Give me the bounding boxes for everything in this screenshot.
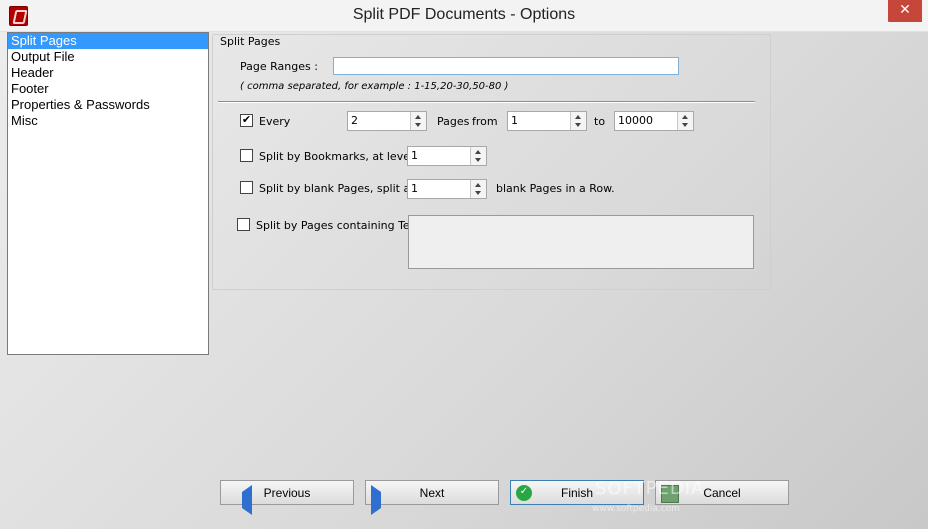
options-window: Split PDF Documents - Options ✕ Split Pa…	[0, 0, 928, 529]
close-button[interactable]: ✕	[888, 0, 922, 22]
containing-text-checkbox[interactable]	[237, 218, 250, 231]
up-arrow-icon[interactable]	[575, 115, 581, 119]
bookmark-level-value: 1	[411, 149, 418, 162]
down-arrow-icon[interactable]	[415, 123, 421, 127]
previous-button[interactable]: Previous	[220, 480, 354, 515]
category-item-split-pages[interactable]: Split Pages	[8, 33, 208, 49]
previous-label: Previous	[263, 486, 311, 500]
spinner-arrows[interactable]	[410, 112, 426, 130]
blank-pages-value: 1	[411, 182, 418, 195]
down-arrow-icon[interactable]	[682, 123, 688, 127]
spinner-arrows[interactable]	[677, 112, 693, 130]
page-ranges-hint: ( comma separated, for example : 1-15,20…	[240, 81, 509, 92]
up-arrow-icon[interactable]	[682, 115, 688, 119]
to-page-value: 10000	[618, 114, 653, 127]
title-bar: Split PDF Documents - Options ✕	[0, 0, 928, 32]
containing-text-input[interactable]	[408, 215, 754, 269]
bookmarks-label: Split by Bookmarks, at level :	[259, 150, 421, 163]
from-label: from	[472, 115, 498, 128]
category-item-output-file[interactable]: Output File	[8, 49, 208, 65]
from-page-value: 1	[511, 114, 518, 127]
blank-pages-suffix: blank Pages in a Row.	[496, 182, 615, 195]
options-category-list[interactable]: Split Pages Output File Header Footer Pr…	[7, 32, 209, 355]
spinner-arrows[interactable]	[470, 180, 486, 198]
category-item-header[interactable]: Header	[8, 65, 208, 81]
spinner-arrows[interactable]	[470, 147, 486, 165]
down-arrow-icon[interactable]	[475, 158, 481, 162]
down-arrow-icon[interactable]	[575, 123, 581, 127]
to-page-spinner[interactable]: 10000	[614, 111, 694, 131]
from-page-spinner[interactable]: 1	[507, 111, 587, 131]
next-label: Next	[419, 486, 445, 500]
pages-label: Pages	[437, 115, 470, 128]
up-arrow-icon[interactable]	[475, 150, 481, 154]
bookmark-level-spinner[interactable]: 1	[407, 146, 487, 166]
category-item-properties-passwords[interactable]: Properties & Passwords	[8, 97, 208, 113]
every-checkbox[interactable]: ✔	[240, 114, 253, 127]
up-arrow-icon[interactable]	[415, 115, 421, 119]
window-title: Split PDF Documents - Options	[352, 6, 576, 23]
next-button[interactable]: Next	[365, 480, 499, 515]
blank-pages-spinner[interactable]: 1	[407, 179, 487, 199]
spinner-arrows[interactable]	[570, 112, 586, 130]
section-divider	[218, 101, 755, 103]
category-item-footer[interactable]: Footer	[8, 81, 208, 97]
category-item-misc[interactable]: Misc	[8, 113, 208, 129]
blank-pages-checkbox[interactable]	[240, 181, 253, 194]
every-label: Every	[259, 115, 291, 128]
every-pages-spinner[interactable]: 2	[347, 111, 427, 131]
bookmarks-checkbox[interactable]	[240, 149, 253, 162]
to-label: to	[594, 115, 606, 128]
blank-pages-label: Split by blank Pages, split after	[259, 182, 430, 195]
group-title: Split Pages	[220, 35, 281, 48]
softpedia-watermark: SOFTPEDIA	[595, 478, 705, 499]
page-ranges-input[interactable]	[333, 57, 679, 75]
every-pages-value: 2	[351, 114, 358, 127]
softpedia-watermark-url: www.softpedia.com	[592, 504, 680, 514]
up-arrow-icon[interactable]	[475, 183, 481, 187]
containing-text-label: Split by Pages containing Text :	[256, 219, 428, 232]
page-ranges-label: Page Ranges :	[240, 60, 318, 73]
down-arrow-icon[interactable]	[475, 191, 481, 195]
